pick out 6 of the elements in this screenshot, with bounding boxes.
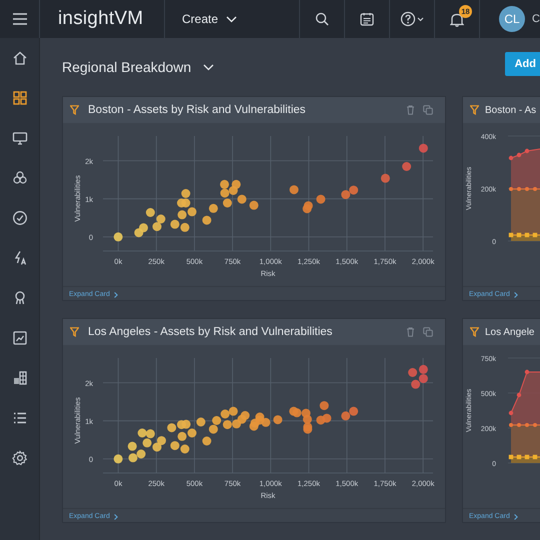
card-title: Los Angele bbox=[485, 326, 534, 338]
card-title: Boston - Assets by Risk and Vulnerabilities bbox=[88, 104, 306, 116]
user-name: C bbox=[532, 13, 540, 25]
card-title: Boston - As bbox=[485, 104, 536, 116]
card-title: Los Angeles - Assets by Risk and Vulnerabilities bbox=[88, 326, 332, 338]
app-logo: insightVM bbox=[58, 8, 144, 30]
